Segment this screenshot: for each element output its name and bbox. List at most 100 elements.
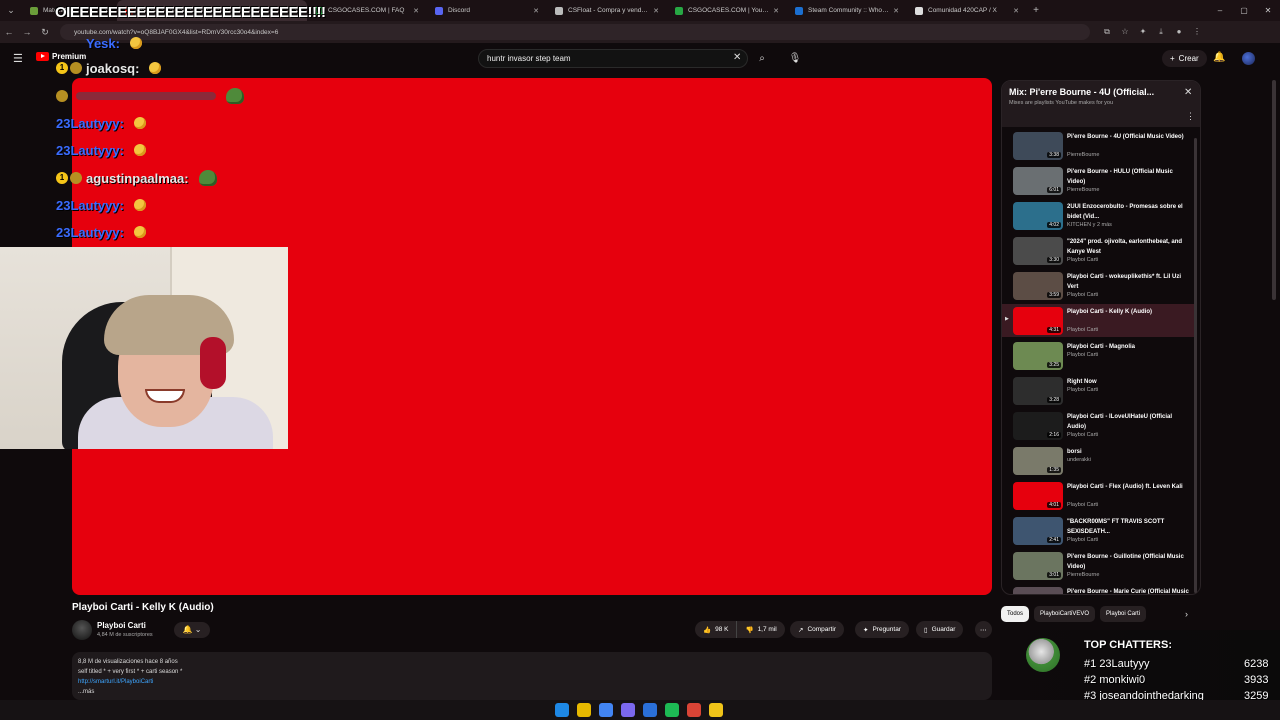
search-input[interactable]: huntr invasor step team (478, 49, 748, 68)
browser-tab[interactable]: Comunidad 420CAP / X ✕ (907, 0, 1027, 21)
filter-chip[interactable]: PlayboiCartiVEVO (1034, 606, 1096, 622)
mix-title[interactable]: Mix: Pi'erre Bourne - 4U (Official... (1009, 87, 1154, 97)
tab-close-icon[interactable]: ✕ (1013, 7, 1019, 15)
mix-item[interactable]: 2:16 Playboi Carti - ILoveUIHateU (Offici… (1002, 409, 1197, 442)
video-thumbnail[interactable]: 3:59 (1013, 272, 1063, 300)
reload-icon[interactable]: ↻ (36, 27, 54, 38)
window-controls: – ▢ ✕ (1208, 0, 1280, 21)
mix-item[interactable]: 3:30 "2024" prod. ojivolta, earlonthebeat… (1002, 234, 1197, 267)
video-duration: 3:38 (1047, 152, 1061, 158)
account-avatar[interactable] (1242, 52, 1255, 65)
subscription-bell-button[interactable]: 🔔 ⌄ (174, 622, 210, 638)
mix-item[interactable]: Pi'erre Bourne - Marie Curie (Official M… (1002, 584, 1197, 594)
browser-tab[interactable]: CSGOCASES.COM | Your panel ✕ (667, 0, 787, 21)
taskbar-app-icon[interactable] (643, 703, 657, 717)
download-icon[interactable]: ⤓ (1152, 27, 1170, 37)
cast-icon[interactable]: ⧉ (1098, 27, 1116, 37)
browser-tab[interactable]: CSFloat - Compra y vende skin ✕ (547, 0, 667, 21)
mix-scrollbar[interactable] (1194, 138, 1197, 593)
video-thumbnail[interactable]: 4:01 (1013, 482, 1063, 510)
filter-chip[interactable]: Todos (1001, 606, 1030, 622)
channel-name[interactable]: Playboi Carti (97, 621, 146, 630)
tab-close-icon[interactable]: ✕ (413, 7, 419, 15)
mix-item[interactable]: 1:35 borsi underakki (1002, 444, 1197, 477)
close-window-icon[interactable]: ✕ (1256, 0, 1280, 21)
new-tab-button[interactable]: + (1027, 5, 1045, 16)
video-thumbnail[interactable]: 3:30 (1013, 237, 1063, 265)
description-link[interactable]: http://smarturl.it/PlayboiCarti (78, 677, 986, 687)
tab-search-icon[interactable]: ⌄ (0, 0, 22, 21)
close-icon[interactable]: ✕ (1184, 87, 1192, 98)
mix-item[interactable]: 6:01 Pi'erre Bourne - HULU (Official Musi… (1002, 164, 1197, 197)
mix-item[interactable]: 3:28 Right Now Playboi Carti (1002, 374, 1197, 407)
tab-close-icon[interactable]: ✕ (533, 7, 539, 15)
clear-search-icon[interactable]: ✕ (733, 52, 741, 63)
browser-menu-icon[interactable]: ⋮ (1188, 27, 1206, 37)
bookmark-star-icon[interactable]: ☆ (1116, 27, 1134, 37)
mix-item-channel: PierreBourne (1067, 152, 1100, 158)
browser-tab[interactable]: Steam Community :: Who can u ✕ (787, 0, 907, 21)
tab-close-icon[interactable]: ✕ (653, 7, 659, 15)
mix-item[interactable]: 2:41 "BACKR00MS" FT TRAVIS SCOTT SEXISDEA… (1002, 514, 1197, 547)
create-button[interactable]: + Crear (1162, 50, 1207, 67)
taskbar-app-icon[interactable] (709, 703, 723, 717)
video-duration: 1:35 (1047, 467, 1061, 473)
video-thumbnail[interactable]: 3:25 (1013, 342, 1063, 370)
taskbar-app-icon[interactable] (621, 703, 635, 717)
video-thumbnail[interactable]: 3:38 (1013, 132, 1063, 160)
minimize-icon[interactable]: – (1208, 0, 1232, 21)
video-thumbnail[interactable]: 6:01 (1013, 167, 1063, 195)
taskbar-app-icon[interactable] (687, 703, 701, 717)
extension-icon[interactable]: ✦ (1134, 27, 1152, 37)
mix-item[interactable]: 3:38 Pi'erre Bourne - 4U (Official Music … (1002, 129, 1197, 162)
laughing-emoji-icon (133, 144, 146, 156)
forward-icon[interactable]: → (18, 27, 36, 37)
page-scrollbar[interactable] (1272, 80, 1276, 300)
xbox-logo-icon (1026, 638, 1060, 672)
save-button[interactable]: ▯ Guardar (916, 621, 964, 638)
url-field[interactable]: youtube.com/watch?v=oQ8BJAF0GX4&list=RDm… (60, 24, 1090, 40)
like-button[interactable]: 👍 98 K (695, 621, 737, 638)
taskbar-app-icon[interactable] (665, 703, 679, 717)
browser-tab[interactable]: Discord ✕ (427, 0, 547, 21)
mix-item[interactable]: 3:01 Pi'erre Bourne - Guillotine (Officia… (1002, 549, 1197, 582)
microphone-icon[interactable]: 🎙 (786, 49, 804, 68)
show-more-link[interactable]: ...más (78, 687, 986, 697)
channel-avatar[interactable] (72, 620, 92, 640)
filter-chip[interactable]: Playboi Carti (1100, 606, 1147, 622)
taskbar-app-icon[interactable] (599, 703, 613, 717)
video-thumbnail[interactable]: 3:01 (1013, 552, 1063, 580)
video-thumbnail[interactable]: 2:16 (1013, 412, 1063, 440)
video-thumbnail[interactable]: 3:28 (1013, 377, 1063, 405)
taskbar-app-icon[interactable] (555, 703, 569, 717)
tab-close-icon[interactable]: ✕ (893, 7, 899, 15)
mix-item[interactable]: 4:01 Playboi Carti - Flex (Audio) ft. Lev… (1002, 479, 1197, 512)
mix-item[interactable]: 3:25 Playboi Carti - Magnolia Playboi Cart… (1002, 339, 1197, 372)
video-thumbnail[interactable]: 4:02 (1013, 202, 1063, 230)
chevron-right-icon[interactable]: › (1185, 609, 1188, 619)
notifications-bell-icon[interactable]: 🔔 (1213, 52, 1225, 63)
mix-item[interactable]: 4:02 2UUI Enzocerobulto - Promesas sobre … (1002, 199, 1197, 232)
chatter-row: #1 23Lautyyy (1084, 658, 1149, 670)
taskbar-app-icon[interactable] (577, 703, 591, 717)
more-vertical-icon[interactable]: ⋮ (1186, 111, 1195, 122)
mix-item[interactable]: ▶ 4:31 Playboi Carti - Kelly K (Audio) Play… (1002, 304, 1197, 337)
video-thumbnail[interactable]: 4:31 (1013, 307, 1063, 335)
dislike-button[interactable]: 👎 1,7 mil (736, 621, 785, 638)
profile-icon[interactable]: ● (1170, 27, 1188, 37)
mix-item-channel: Playboi Carti (1067, 257, 1099, 263)
tab-close-icon[interactable]: ✕ (773, 7, 779, 15)
mix-item[interactable]: 3:59 Playboi Carti - wokeuplikethis* ft. … (1002, 269, 1197, 302)
video-description[interactable]: 8,8 M de visualizaciones hace 8 años sel… (72, 652, 992, 700)
share-button[interactable]: ↗ Compartir (790, 621, 844, 638)
back-icon[interactable]: ← (0, 27, 18, 37)
search-icon[interactable]: ⌕ (752, 49, 772, 68)
video-thumbnail[interactable] (1013, 587, 1063, 594)
video-thumbnail[interactable]: 2:41 (1013, 517, 1063, 545)
menu-icon[interactable]: ☰ (13, 52, 23, 65)
video-thumbnail[interactable]: 1:35 (1013, 447, 1063, 475)
maximize-icon[interactable]: ▢ (1232, 0, 1256, 21)
more-actions-button[interactable]: ⋯ (975, 621, 992, 638)
ask-button[interactable]: ✦ Preguntar (855, 621, 909, 638)
video-duration: 3:01 (1047, 572, 1061, 578)
